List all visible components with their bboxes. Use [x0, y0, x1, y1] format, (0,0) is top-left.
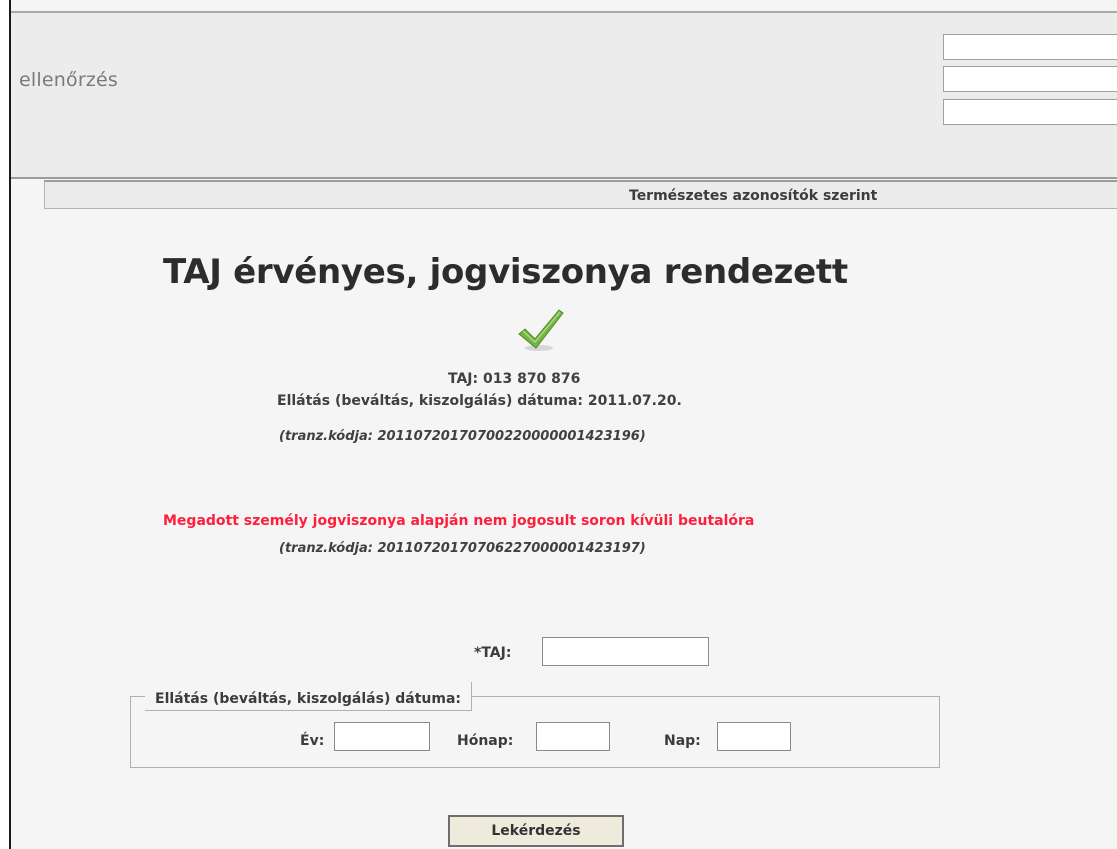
taj-label: *TAJ:	[474, 645, 512, 661]
date-legend: Ellátás (beváltás, kiszolgálás) dátuma:	[145, 682, 472, 711]
taj-number-text: TAJ: 013 870 876	[448, 371, 581, 387]
page-frame: J ellenőrzés Természetes azonosítók szer…	[9, 0, 1117, 849]
transaction-code-1: (tranz.kódja: 20110720170700220000001423…	[279, 429, 646, 444]
header-input-2[interactable]	[943, 66, 1117, 92]
day-input[interactable]	[717, 722, 791, 751]
checkmark-icon	[518, 309, 564, 351]
query-button[interactable]: Lekérdezés	[448, 815, 624, 847]
year-label: Év:	[300, 733, 325, 749]
warning-message: Megadott személy jogviszonya alapján nem…	[163, 513, 755, 529]
tab-bar: Természetes azonosítók szerint	[44, 180, 1117, 209]
header-input-1[interactable]	[943, 34, 1117, 60]
year-input[interactable]	[334, 722, 430, 751]
transaction-code-2: (tranz.kódja: 20110720170706227000001423…	[279, 541, 646, 556]
tab-termeszetes-azonositok[interactable]: Természetes azonosítók szerint	[629, 188, 877, 204]
taj-input[interactable]	[542, 637, 709, 666]
header: J ellenőrzés	[11, 13, 1117, 179]
month-label: Hónap:	[457, 733, 514, 749]
day-label: Nap:	[664, 733, 701, 749]
header-title: J ellenőrzés	[9, 69, 119, 91]
month-input[interactable]	[536, 722, 610, 751]
result-title: TAJ érvényes, jogviszonya rendezett	[163, 252, 848, 292]
service-date-text: Ellátás (beváltás, kiszolgálás) dátuma: …	[277, 393, 682, 409]
header-input-3[interactable]	[943, 99, 1117, 125]
